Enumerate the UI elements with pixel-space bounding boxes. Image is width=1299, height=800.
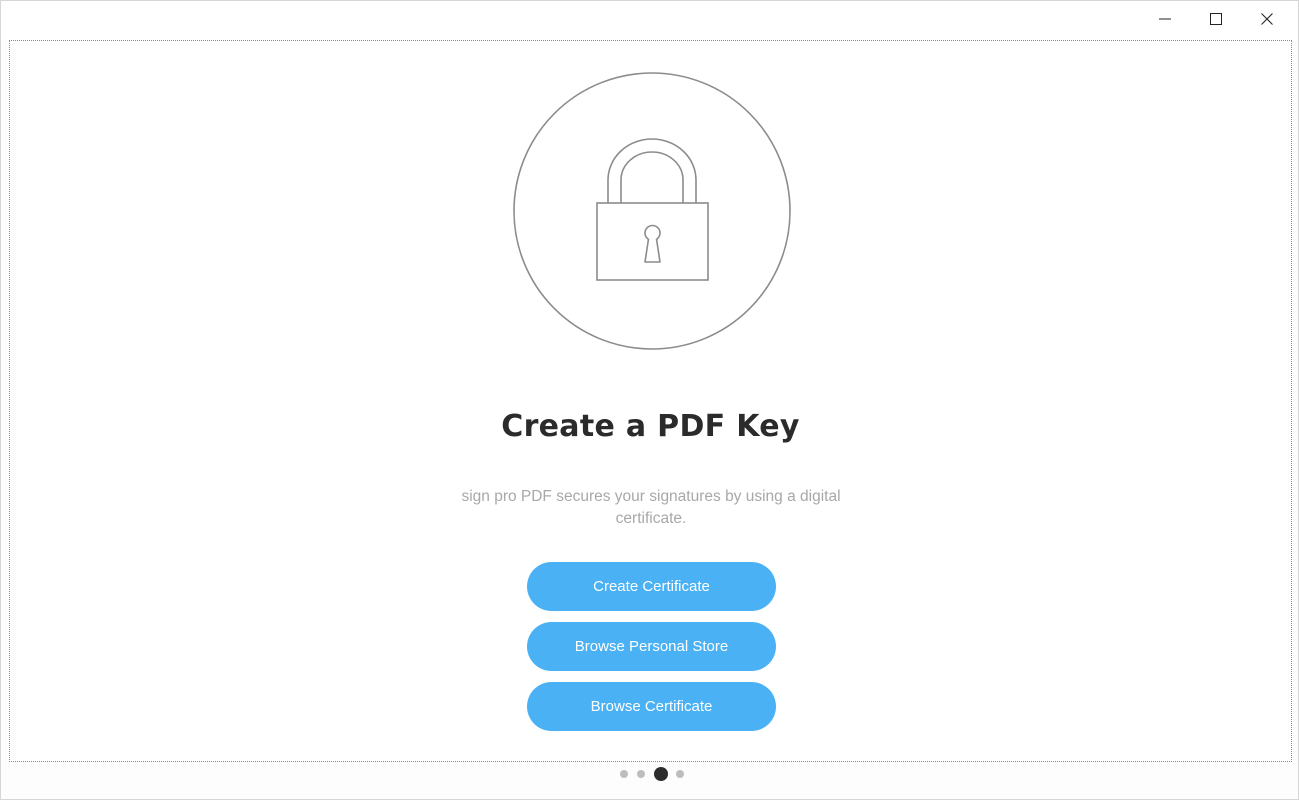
app-window: Create a PDF Key sign pro PDF secures yo… xyxy=(0,0,1299,800)
page-dot-2[interactable] xyxy=(637,770,645,778)
page-dot-3-active[interactable] xyxy=(654,767,668,781)
maximize-button[interactable] xyxy=(1190,5,1241,37)
page-dot-4[interactable] xyxy=(676,770,684,778)
page-indicator xyxy=(620,766,693,782)
padlock-icon xyxy=(513,72,791,350)
close-icon xyxy=(1260,12,1273,30)
minimize-icon xyxy=(1158,12,1171,30)
title-bar xyxy=(1,1,1298,39)
page-dot-1[interactable] xyxy=(620,770,628,778)
window-controls xyxy=(1139,5,1292,37)
maximize-icon xyxy=(1209,12,1222,30)
close-button[interactable] xyxy=(1241,5,1292,37)
create-certificate-button[interactable]: Create Certificate xyxy=(527,562,776,611)
browse-personal-store-button[interactable]: Browse Personal Store xyxy=(527,622,776,671)
browse-certificate-button[interactable]: Browse Certificate xyxy=(527,682,776,731)
minimize-button[interactable] xyxy=(1139,5,1190,37)
page-title: Create a PDF Key xyxy=(501,409,800,444)
description-text: sign pro PDF secures your signatures by … xyxy=(461,488,841,527)
main-panel: Create a PDF Key sign pro PDF secures yo… xyxy=(9,40,1292,762)
